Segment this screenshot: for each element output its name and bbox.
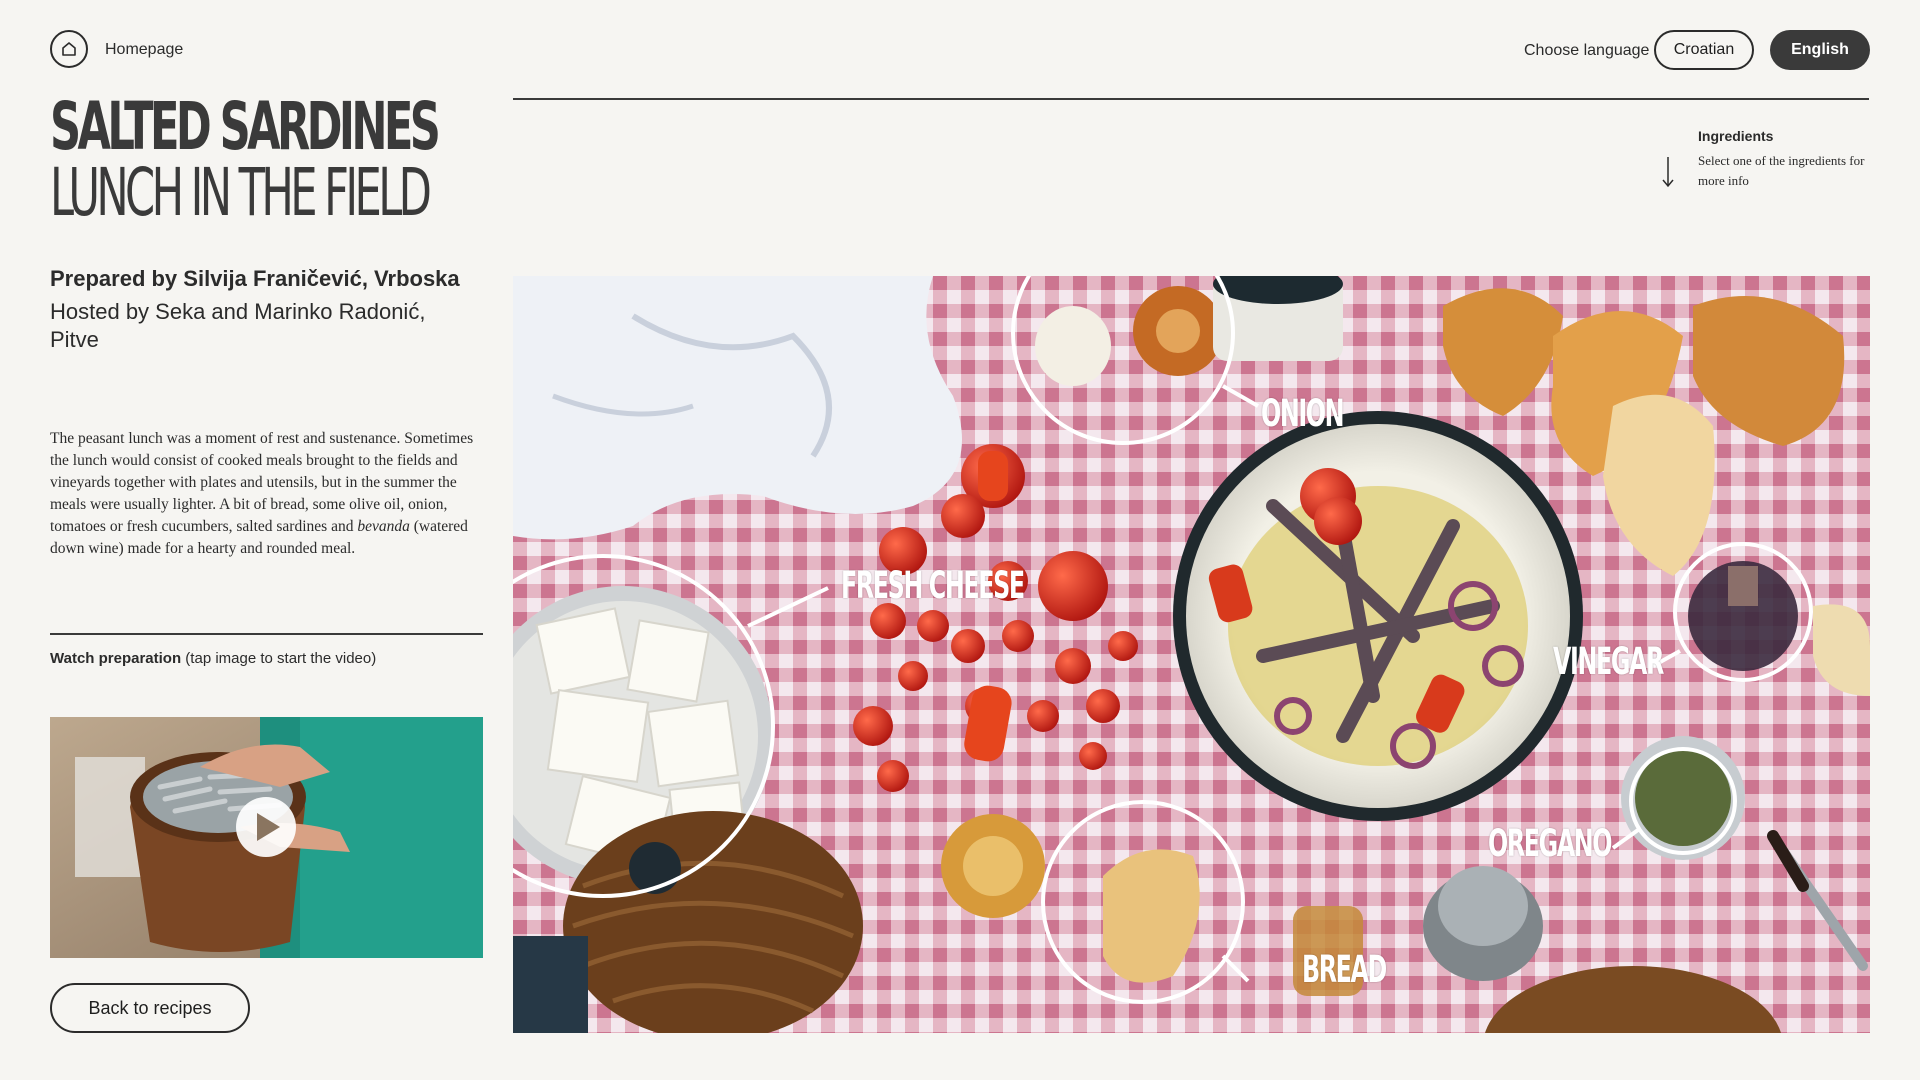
home-link[interactable]: Homepage (105, 41, 183, 59)
video-thumbnail[interactable] (50, 717, 483, 958)
ingredients-image: ONION FRESH CHEESE VINEGAR OREGANO BREAD (513, 276, 1870, 1033)
section-divider (50, 633, 483, 635)
ingredient-fresh-cheese[interactable]: FRESH CHEESE (841, 564, 1025, 608)
recipe-subtitle: LUNCH IN THE FIELD (50, 154, 432, 232)
header-divider (513, 98, 1869, 100)
ingredient-onion[interactable]: ONION (1261, 392, 1345, 436)
play-icon[interactable] (236, 797, 296, 857)
watch-preparation-label: Watch preparation (tap image to start th… (50, 650, 377, 667)
ingredients-hint-text: Select one of the ingredients for more i… (1698, 153, 1865, 188)
choose-language-label: Choose language (1524, 42, 1650, 59)
recipe-title: SALTED SARDINES (50, 88, 441, 166)
back-to-recipes-button[interactable]: Back to recipes (50, 983, 250, 1033)
prepared-by: Prepared by Silvija Franičević, Vrboska (50, 266, 460, 291)
arrow-down-icon (1662, 157, 1674, 188)
home-button[interactable] (50, 30, 88, 68)
video-thumbnail-image (50, 717, 483, 958)
language-english-button[interactable]: English (1770, 30, 1870, 70)
bevanda-term: bevanda (357, 518, 410, 535)
ingredient-bread[interactable]: BREAD (1302, 948, 1387, 992)
recipe-description: The peasant lunch was a moment of rest a… (50, 430, 474, 557)
hosted-by: Hosted by Seka and Marinko Radonić, Pitv… (50, 299, 426, 352)
ingredient-vinegar[interactable]: VINEGAR (1553, 640, 1664, 684)
ingredients-hint-title: Ingredients (1698, 128, 1774, 144)
language-croatian-button[interactable]: Croatian (1654, 30, 1754, 70)
ingredient-oregano[interactable]: OREGANO (1488, 822, 1613, 866)
home-icon (62, 42, 76, 56)
